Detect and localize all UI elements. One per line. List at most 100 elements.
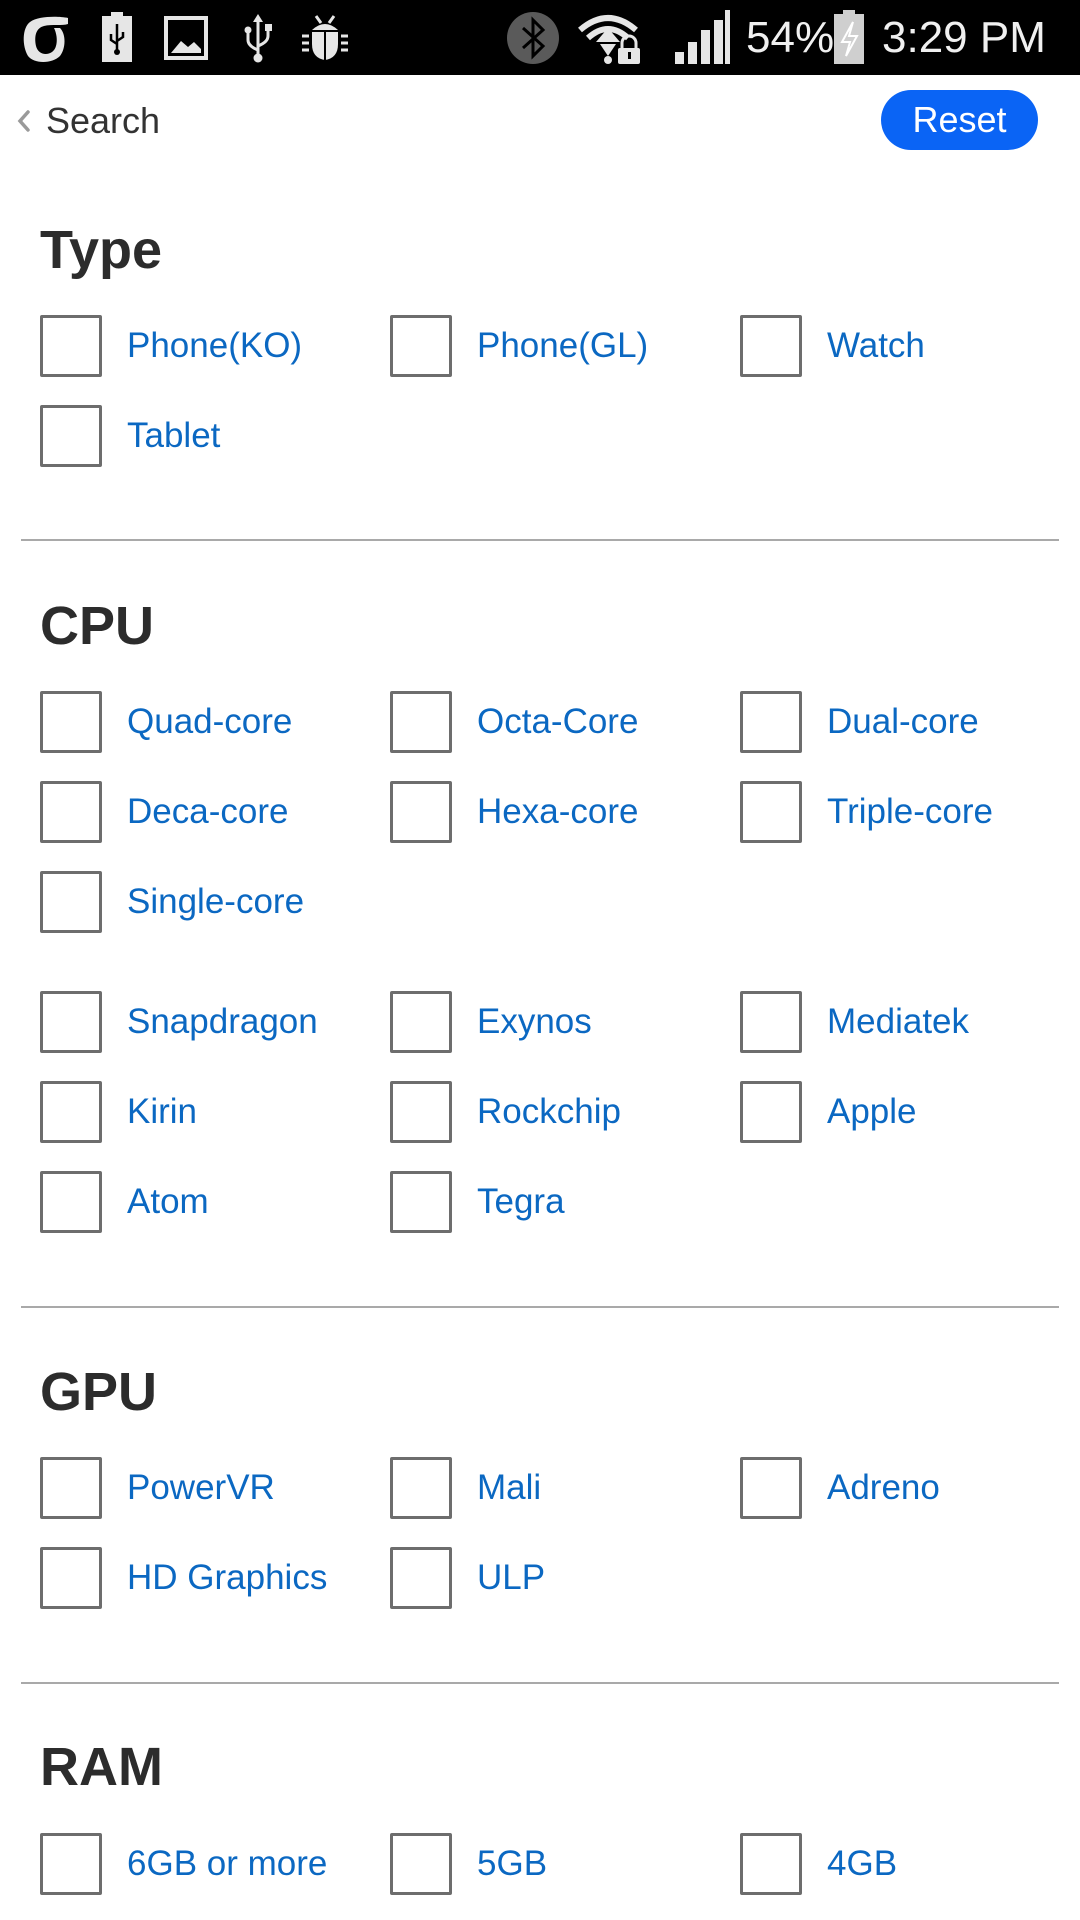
checkbox-phone-gl[interactable]: Phone(GL) bbox=[390, 313, 648, 379]
checkbox-box[interactable] bbox=[390, 1081, 452, 1143]
checkbox-box[interactable] bbox=[390, 781, 452, 843]
checkbox-box[interactable] bbox=[740, 1081, 802, 1143]
checkbox-mediatek[interactable]: Mediatek bbox=[740, 989, 969, 1055]
checkbox-hexa-core[interactable]: Hexa-core bbox=[390, 779, 638, 845]
checkbox-label[interactable]: Mediatek bbox=[827, 1002, 969, 1042]
checkbox-label[interactable]: Apple bbox=[827, 1092, 917, 1132]
checkbox-octa-core[interactable]: Octa-Core bbox=[390, 689, 638, 755]
checkbox-apple[interactable]: Apple bbox=[740, 1079, 917, 1145]
checkbox-box[interactable] bbox=[390, 1457, 452, 1519]
usb-icon bbox=[244, 14, 272, 63]
checkbox-label[interactable]: Tegra bbox=[477, 1182, 565, 1222]
gallery-icon bbox=[164, 16, 208, 60]
reset-button[interactable]: Reset bbox=[881, 90, 1038, 150]
checkbox-label[interactable]: Kirin bbox=[127, 1092, 197, 1132]
checkbox-label[interactable]: HD Graphics bbox=[127, 1558, 327, 1598]
checkbox-label[interactable]: Single-core bbox=[127, 882, 304, 922]
checkbox-label[interactable]: Adreno bbox=[827, 1468, 940, 1508]
checkbox-box[interactable] bbox=[40, 1457, 102, 1519]
section-divider bbox=[21, 539, 1059, 541]
checkbox-label[interactable]: 4GB bbox=[827, 1844, 897, 1884]
checkbox-ulp[interactable]: ULP bbox=[390, 1545, 545, 1611]
checkbox-box[interactable] bbox=[740, 1457, 802, 1519]
checkbox-label[interactable]: Atom bbox=[127, 1182, 209, 1222]
checkbox-box[interactable] bbox=[40, 871, 102, 933]
section-title-type: Type bbox=[40, 220, 163, 280]
checkbox-label[interactable]: Phone(KO) bbox=[127, 326, 302, 366]
checkbox-label[interactable]: Snapdragon bbox=[127, 1002, 318, 1042]
checkbox-tablet[interactable]: Tablet bbox=[40, 403, 220, 469]
checkbox-adreno[interactable]: Adreno bbox=[740, 1455, 940, 1521]
checkbox-6gb-or-more[interactable]: 6GB or more bbox=[40, 1831, 327, 1897]
checkbox-label[interactable]: Deca-core bbox=[127, 792, 288, 832]
checkbox-tegra[interactable]: Tegra bbox=[390, 1169, 565, 1235]
checkbox-box[interactable] bbox=[390, 991, 452, 1053]
checkbox-hd-graphics[interactable]: HD Graphics bbox=[40, 1545, 327, 1611]
checkbox-triple-core[interactable]: Triple-core bbox=[740, 779, 993, 845]
checkbox-phone-ko[interactable]: Phone(KO) bbox=[40, 313, 302, 379]
back-to-search-button[interactable]: Search bbox=[14, 96, 160, 146]
checkbox-box[interactable] bbox=[390, 1171, 452, 1233]
back-label: Search bbox=[46, 100, 161, 141]
checkbox-box[interactable] bbox=[40, 1833, 102, 1895]
bluetooth-icon bbox=[507, 12, 559, 64]
checkbox-label[interactable]: Watch bbox=[827, 326, 925, 366]
status-bar: 54% 3:29 PM bbox=[0, 0, 1080, 75]
checkbox-label[interactable]: Octa-Core bbox=[477, 702, 638, 742]
checkbox-atom[interactable]: Atom bbox=[40, 1169, 209, 1235]
checkbox-label[interactable]: Exynos bbox=[477, 1002, 592, 1042]
checkbox-label[interactable]: Triple-core bbox=[827, 792, 993, 832]
usb-battery-icon bbox=[102, 12, 132, 62]
checkbox-powervr[interactable]: PowerVR bbox=[40, 1455, 275, 1521]
checkbox-exynos[interactable]: Exynos bbox=[390, 989, 592, 1055]
checkbox-box[interactable] bbox=[40, 405, 102, 467]
checkbox-box[interactable] bbox=[40, 691, 102, 753]
checkbox-box[interactable] bbox=[390, 1833, 452, 1895]
clock: 3:29 PM bbox=[882, 13, 1046, 62]
checkbox-label[interactable]: Dual-core bbox=[827, 702, 979, 742]
checkbox-label[interactable]: ULP bbox=[477, 1558, 545, 1598]
checkbox-box[interactable] bbox=[40, 1547, 102, 1609]
checkbox-box[interactable] bbox=[740, 691, 802, 753]
section-title-cpu: CPU bbox=[40, 596, 155, 656]
checkbox-box[interactable] bbox=[40, 1081, 102, 1143]
debug-bug-icon bbox=[302, 15, 348, 60]
battery-charging-icon bbox=[834, 10, 864, 64]
checkbox-box[interactable] bbox=[40, 1171, 102, 1233]
carrier-logo-icon bbox=[23, 16, 68, 62]
checkbox-watch[interactable]: Watch bbox=[740, 313, 925, 379]
checkbox-5gb[interactable]: 5GB bbox=[390, 1831, 547, 1897]
checkbox-kirin[interactable]: Kirin bbox=[40, 1079, 197, 1145]
checkbox-box[interactable] bbox=[740, 991, 802, 1053]
section-divider bbox=[21, 1682, 1059, 1684]
checkbox-label[interactable]: Rockchip bbox=[477, 1092, 621, 1132]
checkbox-rockchip[interactable]: Rockchip bbox=[390, 1079, 621, 1145]
checkbox-label[interactable]: Mali bbox=[477, 1468, 541, 1508]
section-title-gpu: GPU bbox=[40, 1362, 158, 1422]
checkbox-snapdragon[interactable]: Snapdragon bbox=[40, 989, 318, 1055]
checkbox-label[interactable]: Phone(GL) bbox=[477, 326, 648, 366]
checkbox-box[interactable] bbox=[390, 1547, 452, 1609]
checkbox-label[interactable]: Quad-core bbox=[127, 702, 292, 742]
checkbox-mali[interactable]: Mali bbox=[390, 1455, 541, 1521]
checkbox-label[interactable]: 5GB bbox=[477, 1844, 547, 1884]
checkbox-label[interactable]: Tablet bbox=[127, 416, 220, 456]
checkbox-deca-core[interactable]: Deca-core bbox=[40, 779, 288, 845]
checkbox-box[interactable] bbox=[40, 991, 102, 1053]
checkbox-box[interactable] bbox=[40, 781, 102, 843]
checkbox-4gb[interactable]: 4GB bbox=[740, 1831, 897, 1897]
wifi-locked-icon bbox=[578, 15, 640, 64]
checkbox-quad-core[interactable]: Quad-core bbox=[40, 689, 292, 755]
checkbox-box[interactable] bbox=[740, 1833, 802, 1895]
checkbox-label[interactable]: Hexa-core bbox=[477, 792, 638, 832]
checkbox-box[interactable] bbox=[740, 315, 802, 377]
checkbox-dual-core[interactable]: Dual-core bbox=[740, 689, 979, 755]
checkbox-box[interactable] bbox=[40, 315, 102, 377]
checkbox-label[interactable]: 6GB or more bbox=[127, 1844, 327, 1884]
checkbox-box[interactable] bbox=[390, 691, 452, 753]
checkbox-label[interactable]: PowerVR bbox=[127, 1468, 275, 1508]
section-title-ram: RAM bbox=[40, 1737, 163, 1797]
checkbox-box[interactable] bbox=[390, 315, 452, 377]
checkbox-box[interactable] bbox=[740, 781, 802, 843]
checkbox-single-core[interactable]: Single-core bbox=[40, 869, 304, 935]
